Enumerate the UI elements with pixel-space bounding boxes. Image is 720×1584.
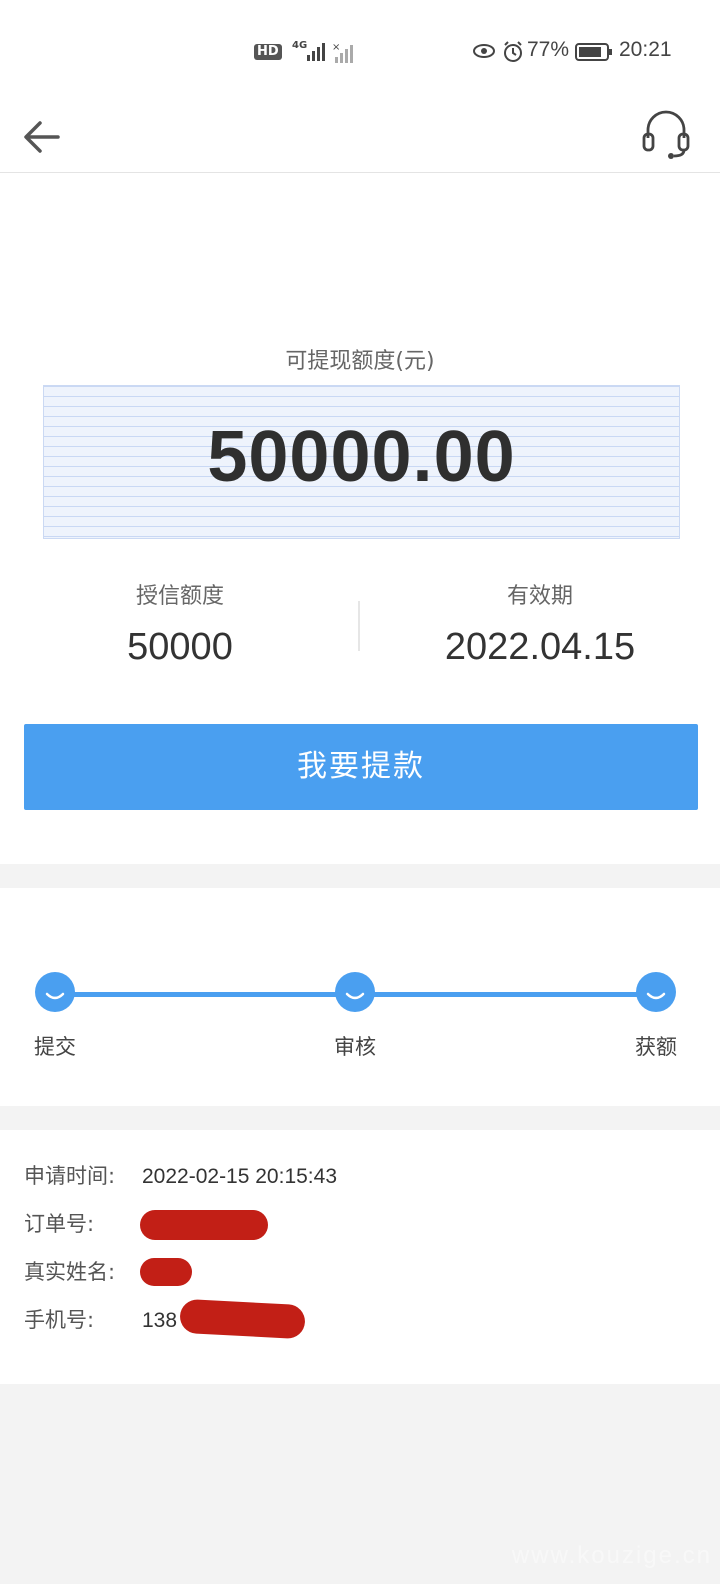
credit-limit-label: 授信额度 bbox=[135, 584, 224, 609]
signal-icon bbox=[307, 43, 325, 61]
step-review-dot bbox=[335, 972, 375, 1012]
signal-no-service-icon: × bbox=[332, 42, 353, 63]
watermark: www.kouzige.cn bbox=[511, 1542, 712, 1569]
order-number-label: 订单号: bbox=[24, 1212, 95, 1236]
headset-icon bbox=[642, 110, 690, 159]
back-button[interactable] bbox=[18, 110, 68, 160]
svg-text:×: × bbox=[332, 42, 340, 53]
step-approved-label: 获额 bbox=[635, 1035, 677, 1059]
step-submit-dot bbox=[35, 972, 75, 1012]
eye-icon bbox=[473, 44, 495, 58]
available-amount: 50000.00 bbox=[207, 417, 516, 497]
available-amount-box: 50000.00 bbox=[43, 385, 680, 539]
status-bar: HD 4G × 77% 20:21 bbox=[0, 0, 720, 100]
withdraw-button[interactable]: 我要提款 bbox=[24, 724, 698, 810]
clock: 20:21 bbox=[619, 38, 672, 61]
progress-card: 提交 审核 获额 bbox=[0, 888, 720, 1106]
battery-icon bbox=[575, 43, 612, 61]
apply-time-value: 2022-02-15 20:15:43 bbox=[142, 1165, 337, 1188]
apply-time-row: 申请时间: 2022-02-15 20:15:43 bbox=[24, 1160, 337, 1190]
phone-value: 138 bbox=[142, 1309, 178, 1332]
phone-label: 手机号: bbox=[24, 1308, 95, 1332]
phone-redaction bbox=[179, 1298, 306, 1340]
hd-indicator: HD bbox=[254, 44, 282, 60]
application-details-card: 申请时间: 2022-02-15 20:15:43 订单号: 真实姓名: 手机号:… bbox=[0, 1130, 720, 1384]
available-amount-label: 可提现额度(元) bbox=[285, 349, 435, 374]
real-name-label: 真实姓名: bbox=[24, 1260, 116, 1284]
name-redaction bbox=[140, 1258, 192, 1286]
expiry-date: 有效期 2022.04.15 bbox=[380, 578, 700, 669]
credit-limit: 授信额度 50000 bbox=[20, 578, 340, 669]
arrow-left-icon bbox=[24, 121, 60, 153]
smile-check-icon bbox=[345, 992, 365, 1000]
step-review-label: 审核 bbox=[334, 1035, 376, 1059]
step-submit-label: 提交 bbox=[34, 1035, 76, 1059]
credit-limit-value: 50000 bbox=[127, 626, 233, 668]
alarm-icon bbox=[504, 41, 522, 62]
credit-summary-card: 可提现额度(元) 50000.00 授信额度 50000 有效期 2022.04… bbox=[0, 173, 720, 864]
apply-time-label: 申请时间: bbox=[24, 1164, 116, 1188]
column-divider bbox=[358, 601, 360, 651]
network-type: 4G bbox=[292, 40, 308, 51]
order-number-redaction bbox=[140, 1210, 268, 1240]
phone-row: 手机号: 138 bbox=[24, 1304, 177, 1334]
step-approved-dot bbox=[636, 972, 676, 1012]
expiry-label: 有效期 bbox=[506, 584, 573, 609]
customer-service-button[interactable] bbox=[638, 106, 694, 162]
real-name-row: 真实姓名: bbox=[24, 1256, 142, 1286]
expiry-value: 2022.04.15 bbox=[444, 626, 636, 668]
nav-header bbox=[0, 100, 720, 173]
smile-check-icon bbox=[45, 992, 65, 1000]
order-number-row: 订单号: bbox=[24, 1208, 142, 1238]
battery-percent: 77% bbox=[527, 38, 570, 61]
smile-check-icon bbox=[646, 992, 666, 1000]
